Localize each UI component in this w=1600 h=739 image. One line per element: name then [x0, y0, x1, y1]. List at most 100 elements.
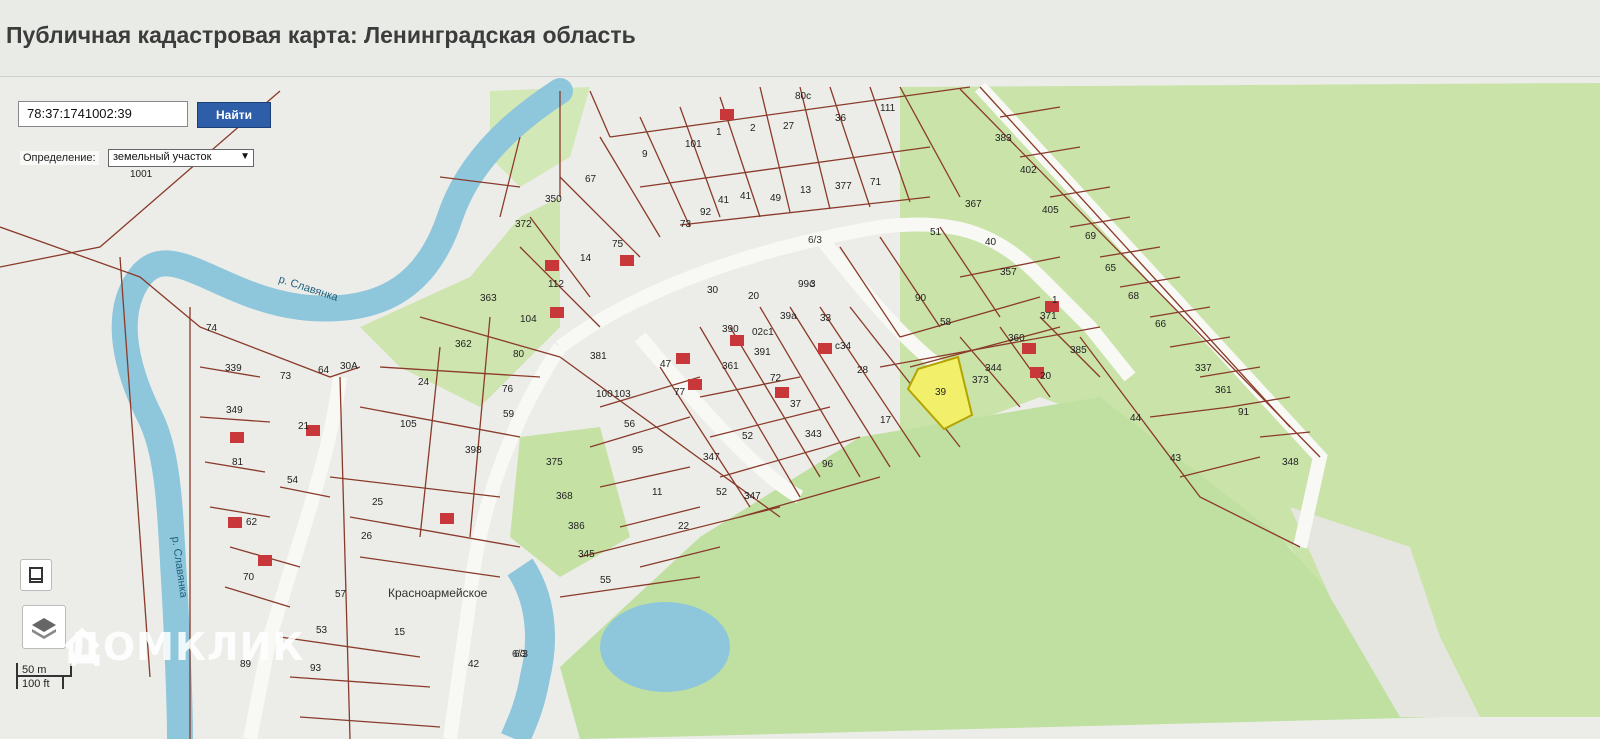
parcel-label: 3	[810, 279, 816, 290]
parcel-label: 56	[624, 419, 636, 430]
layers-button[interactable]	[22, 605, 66, 649]
building-marker	[258, 555, 272, 566]
scale-imperial: 100 ft	[16, 677, 64, 690]
parcel-label: 26	[361, 531, 373, 542]
parcel-label: 33	[820, 313, 832, 324]
parcel-label: 103	[614, 389, 631, 400]
parcel-label: 104	[520, 314, 537, 325]
parcel-label: 40	[985, 237, 997, 248]
parcel-label: 80с	[795, 91, 811, 102]
parcel-label: 368	[556, 491, 573, 502]
parcel-label: 17	[880, 415, 892, 426]
parcel-label: 30	[707, 285, 719, 296]
parcel-label: 402	[1020, 165, 1037, 176]
parcel-label: 20	[1040, 371, 1052, 382]
parcel-label: 44	[1130, 413, 1142, 424]
parcel-label: 1001	[130, 169, 153, 180]
parcel-label: 54	[287, 475, 299, 486]
building-marker	[730, 335, 744, 346]
parcel-label: 13	[800, 185, 812, 196]
parcel-label: 339	[225, 363, 242, 374]
parcel-label: 39а	[780, 311, 797, 322]
parcel-label: 36	[835, 113, 847, 124]
parcel-label: 71	[870, 177, 882, 188]
parcel-label: 93	[310, 663, 322, 674]
parcel-label: 405	[1042, 205, 1059, 216]
building-marker	[228, 517, 242, 528]
parcel-label: 43	[1170, 453, 1182, 464]
watermark-text: ДОМКЛИК	[68, 625, 305, 669]
parcel-label: 105	[400, 419, 417, 430]
parcel-label: 350	[545, 194, 562, 205]
parcel-label: 30А	[340, 361, 358, 372]
parcel-label: 347	[744, 491, 761, 502]
parcel-label: 20	[748, 291, 760, 302]
parcel-label: 74	[206, 323, 218, 334]
parcel-label: 75	[612, 239, 624, 250]
road-label-1: 6/3	[808, 235, 822, 246]
parcel-label: 362	[455, 339, 472, 350]
parcel-label: 96	[822, 459, 834, 470]
parcel-label: 373	[972, 375, 989, 386]
parcel-label: 345	[578, 549, 595, 560]
parcel-label: 39	[935, 387, 947, 398]
parcel-label: 68	[1128, 291, 1140, 302]
parcel-label: 95	[632, 445, 644, 456]
parcel-label: 22	[678, 521, 690, 532]
parcel-label: 377	[835, 181, 852, 192]
definition-select[interactable]: земельный участок ▼	[108, 149, 254, 167]
definition-select-value: земельный участок	[113, 151, 212, 163]
building-marker	[550, 307, 564, 318]
parcel-label: 391	[754, 347, 771, 358]
building-marker	[1022, 343, 1036, 354]
parcel-label: 62	[246, 517, 258, 528]
parcel-label: 9	[642, 149, 648, 160]
parcel-label: 361	[722, 361, 739, 372]
parcel-label: 343	[805, 429, 822, 440]
building-marker	[775, 387, 789, 398]
find-button[interactable]: Найти	[197, 102, 271, 128]
settlement-label: Красноармейское	[388, 586, 488, 600]
parcel-label: 52	[742, 431, 754, 442]
parcel-label: 91	[1238, 407, 1250, 418]
parcel-label: 1	[1052, 295, 1058, 306]
building-marker	[818, 343, 832, 354]
parcel-label: 02с1	[752, 327, 774, 338]
parcel-label: 66	[1155, 319, 1167, 330]
building-marker	[440, 513, 454, 524]
parcel-label: 1	[716, 127, 722, 138]
building-marker	[230, 432, 244, 443]
building-marker	[545, 260, 559, 271]
cadastral-number-input[interactable]: 78:37:1741002:39	[18, 101, 188, 127]
parcel-label: 72	[770, 373, 782, 384]
parcel-label: 76	[502, 384, 514, 395]
parcel-label: 49	[770, 193, 782, 204]
parcel-label: 112	[548, 279, 564, 290]
domclick-watermark: ДОМКЛИК	[62, 625, 304, 669]
parcel-label: 28	[857, 365, 869, 376]
parcel-label: 41	[718, 195, 730, 206]
parcel-label: c34	[835, 341, 852, 352]
parcel-label: 27	[783, 121, 795, 132]
cadastral-map[interactable]: 1001 372 350 67 9 101 1 2 27 80с 36 111 383 402 405 69 6…	[0, 76, 1600, 739]
parcel-label: 348	[1282, 457, 1299, 468]
parcel-label: 42	[468, 659, 480, 670]
parcel-label: 347	[703, 452, 720, 463]
parcel-label: 361	[1215, 385, 1232, 396]
parcel-label: 383	[995, 133, 1012, 144]
parcel-label: 25	[372, 497, 384, 508]
parcel-label: 111	[880, 103, 896, 114]
parcel-label: 11	[652, 487, 663, 498]
parcel-label: 80	[513, 349, 525, 360]
parcel-label: 65	[1105, 263, 1117, 274]
fullscreen-button[interactable]	[20, 559, 52, 591]
parcel-label: 398	[465, 445, 482, 456]
parcel-label: 385	[1070, 345, 1087, 356]
parcel-label: 2	[750, 123, 756, 134]
building-marker	[720, 109, 734, 120]
parcel-label: 52	[716, 487, 728, 498]
parcel-label: 344	[985, 363, 1002, 374]
parcel-label: 73	[680, 219, 692, 230]
parcel-label: 90	[915, 293, 927, 304]
parcel-label: 77	[674, 387, 686, 398]
